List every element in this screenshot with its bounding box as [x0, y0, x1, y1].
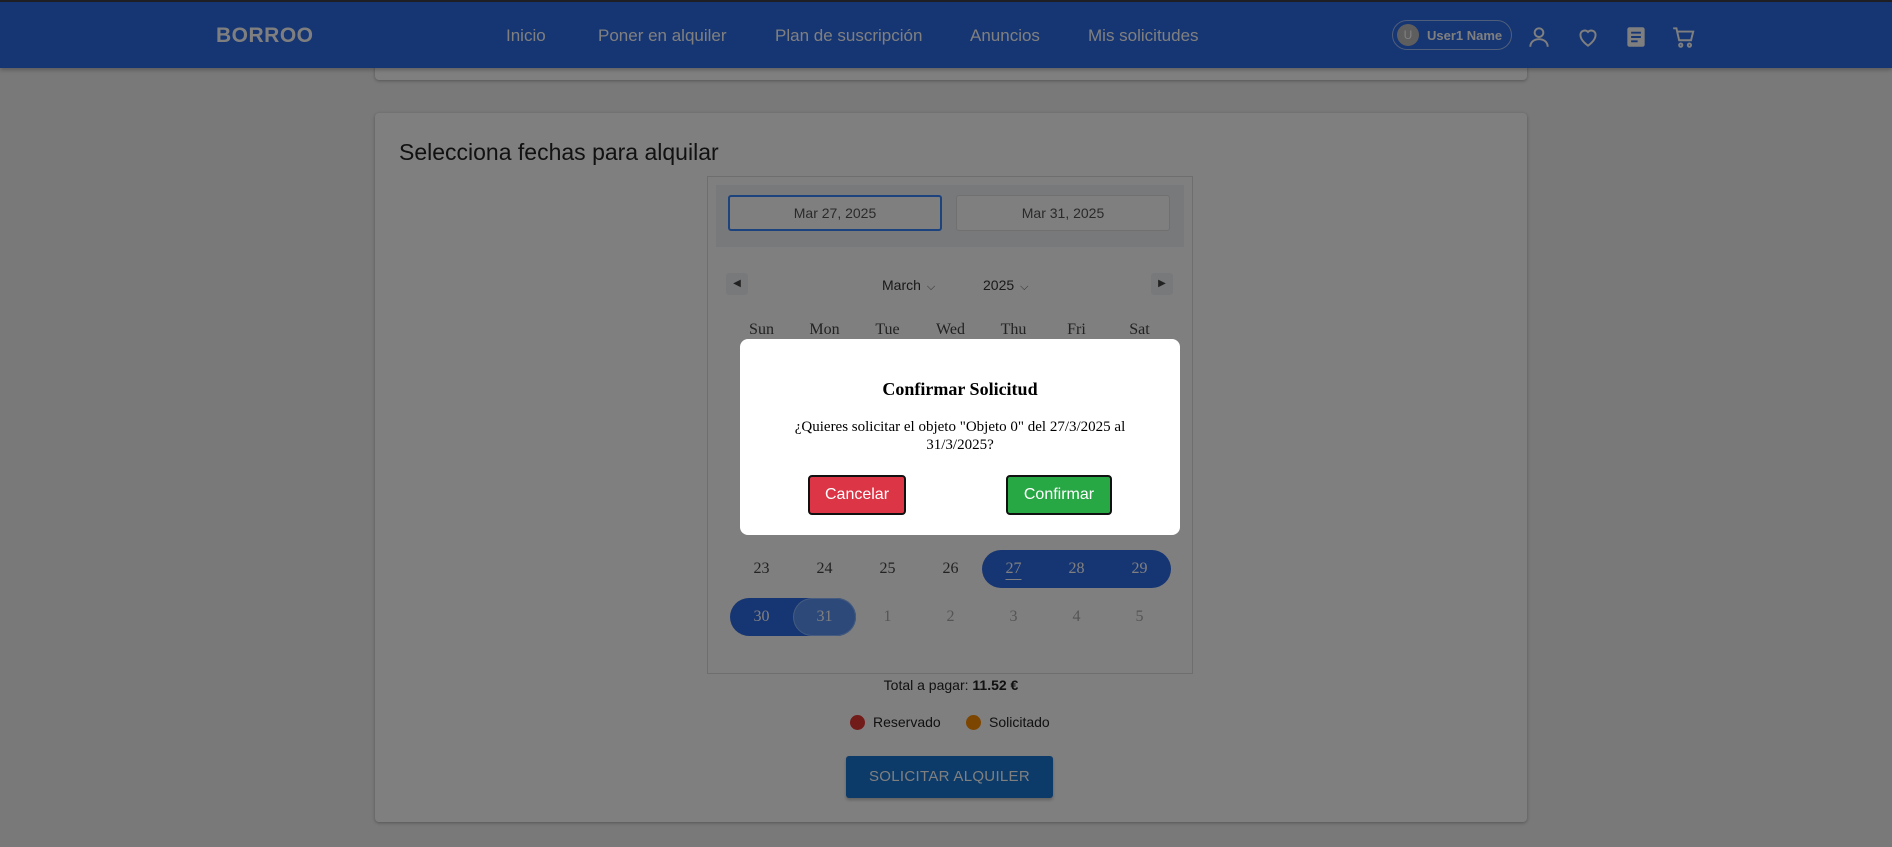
- confirm-dialog: Confirmar Solicitud ¿Quieres solicitar e…: [740, 339, 1180, 535]
- dialog-title: Confirmar Solicitud: [882, 379, 1038, 399]
- dialog-message: ¿Quieres solicitar el objeto "Objeto 0" …: [794, 419, 1126, 453]
- cancel-button[interactable]: Cancelar: [808, 475, 906, 515]
- confirm-button[interactable]: Confirmar: [1006, 475, 1112, 515]
